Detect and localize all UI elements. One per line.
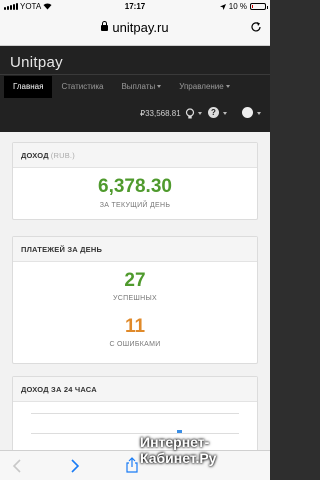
share-icon[interactable] xyxy=(126,457,138,473)
error-count: 11 xyxy=(124,316,146,337)
balance-amount[interactable]: ₽33,568.81 xyxy=(140,109,181,118)
menu-item-management[interactable]: Управление xyxy=(170,76,238,98)
battery-percent: 10 % xyxy=(228,2,247,11)
toolbar: ₽33,568.81 ? xyxy=(0,102,270,126)
address-bar[interactable]: unitpay.ru xyxy=(0,14,270,46)
payments-panel: ПЛАТЕЖЕЙ ЗА ДЕНЬ 27 УСПЕШНЫХ 11 С ОШИБКА… xyxy=(12,236,258,364)
menu-item-payouts[interactable]: Выплаты xyxy=(112,76,170,98)
chevron-down-icon xyxy=(257,112,261,115)
lightbulb-icon[interactable] xyxy=(183,107,197,121)
chart-gridline xyxy=(31,413,239,414)
panel-header: ДОХОД ЗА 24 ЧАСА xyxy=(13,377,257,402)
chart-mark xyxy=(177,430,182,433)
brand-logo[interactable]: Unitpay xyxy=(10,54,63,71)
watermark: Интернет- Кабинет.Ру xyxy=(140,434,217,466)
success-caption: УСПЕШНЫХ xyxy=(113,295,157,302)
status-bar: YOTA 17:17 10 % xyxy=(0,0,270,14)
location-icon xyxy=(219,3,226,10)
chevron-down-icon xyxy=(157,85,162,88)
lock-icon xyxy=(101,21,109,31)
panel-header: ПЛАТЕЖЕЙ ЗА ДЕНЬ xyxy=(13,237,257,262)
battery-icon xyxy=(250,3,268,10)
income-value: 6,378.30 xyxy=(98,176,172,197)
avatar[interactable] xyxy=(242,107,253,118)
income-24h-panel: ДОХОД ЗА 24 ЧАСА xyxy=(12,376,258,450)
browser-toolbar xyxy=(0,450,270,480)
chevron-down-icon xyxy=(223,112,227,115)
chevron-down-icon xyxy=(225,85,230,88)
url-text: unitpay.ru xyxy=(112,20,169,35)
back-icon[interactable] xyxy=(12,459,22,473)
help-icon[interactable]: ? xyxy=(208,107,219,118)
main-menu: Главная Статистика Выплаты Управление xyxy=(4,76,239,98)
success-count: 27 xyxy=(124,270,146,291)
dashboard-content: ДОХОД (RUB.) 6,378.30 ЗА ТЕКУЩИЙ ДЕНЬ ПЛА… xyxy=(0,132,270,450)
menu-item-home[interactable]: Главная xyxy=(4,76,53,98)
forward-icon[interactable] xyxy=(70,459,80,473)
app-navbar: Unitpay Главная Статистика Выплаты Управ… xyxy=(0,46,270,132)
income-caption: ЗА ТЕКУЩИЙ ДЕНЬ xyxy=(99,202,171,209)
panel-header: ДОХОД (RUB.) xyxy=(13,143,257,168)
chevron-down-icon xyxy=(198,112,202,115)
error-caption: С ОШИБКАМИ xyxy=(109,341,161,348)
menu-item-statistics[interactable]: Статистика xyxy=(52,76,112,98)
income-panel: ДОХОД (RUB.) 6,378.30 ЗА ТЕКУЩИЙ ДЕНЬ xyxy=(12,142,258,220)
reload-icon[interactable] xyxy=(250,21,262,33)
